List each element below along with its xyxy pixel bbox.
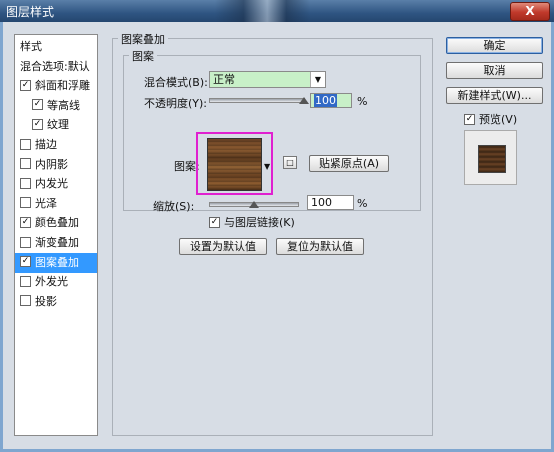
style-list-item-label: 内发光 bbox=[35, 177, 68, 191]
style-checkbox[interactable] bbox=[20, 295, 31, 307]
style-list-item-label: 投影 bbox=[35, 294, 57, 308]
blend-mode-label: 混合模式(B): bbox=[144, 76, 208, 89]
preview-checkbox[interactable]: ✓ 预览(V) bbox=[464, 111, 517, 127]
opacity-unit: % bbox=[357, 95, 368, 108]
link-with-layer-checkbox[interactable]: ✓ 与图层链接(K) bbox=[209, 214, 295, 230]
link-with-layer-label: 与图层链接(K) bbox=[224, 216, 295, 229]
style-list-item[interactable]: 内发光 bbox=[15, 174, 97, 194]
chevron-down-icon: ▼ bbox=[310, 72, 325, 87]
opacity-slider[interactable] bbox=[209, 97, 309, 104]
pattern-group-title: 图案 bbox=[129, 48, 157, 64]
scale-slider[interactable] bbox=[209, 201, 299, 208]
styles-list: 样式混合选项:默认 ✓ 斜面和浮雕 ✓ 等高线 ✓ 纹理描边内阴影内发光光泽 ✓ 颜色叠加渐变叠… bbox=[14, 34, 98, 436]
window-title: 图层样式 bbox=[6, 5, 55, 19]
style-list-item-label: 描边 bbox=[35, 138, 57, 151]
style-list-item[interactable]: 混合选项:默认 bbox=[15, 57, 97, 77]
opacity-label: 不透明度(Y): bbox=[144, 97, 208, 110]
style-checkbox[interactable]: ✓ bbox=[20, 256, 31, 268]
style-list-item[interactable]: 样式 bbox=[15, 37, 97, 57]
style-list-item[interactable]: ✓ 图案叠加 bbox=[15, 252, 97, 273]
pattern-swatch[interactable] bbox=[207, 138, 262, 191]
style-list-item-label: 光泽 bbox=[35, 196, 57, 210]
style-list-item-label: 样式 bbox=[20, 40, 42, 53]
style-checkbox[interactable] bbox=[20, 177, 31, 189]
style-list-item-label: 颜色叠加 bbox=[35, 216, 79, 230]
style-list-item-label: 纹理 bbox=[47, 118, 69, 132]
new-style-button[interactable]: 新建样式(W)... bbox=[446, 87, 543, 104]
scale-unit: % bbox=[357, 197, 368, 210]
reset-default-button[interactable]: 复位为默认值 bbox=[276, 238, 364, 255]
ok-button[interactable]: 确定 bbox=[446, 37, 543, 54]
pattern-picker-highlight: ▼ bbox=[196, 132, 273, 195]
style-list-item[interactable]: 投影 bbox=[15, 292, 97, 312]
scale-input[interactable]: 100 bbox=[307, 195, 354, 210]
style-list-item-label: 斜面和浮雕 bbox=[35, 79, 90, 93]
style-checkbox[interactable] bbox=[20, 236, 31, 248]
style-list-item-label: 渐变叠加 bbox=[35, 236, 79, 249]
title-bar-background-image bbox=[215, 0, 310, 22]
opacity-input[interactable]: 100 bbox=[310, 93, 352, 108]
style-list-item[interactable]: ✓ 等高线 bbox=[15, 96, 97, 116]
style-checkbox[interactable]: ✓ bbox=[20, 216, 31, 228]
style-list-item[interactable]: 渐变叠加 bbox=[15, 233, 97, 253]
opacity-value: 100 bbox=[314, 94, 337, 107]
style-list-item-label: 图案叠加 bbox=[35, 255, 79, 269]
blend-mode-select[interactable]: 正常 ▼ bbox=[209, 71, 326, 88]
style-checkbox[interactable] bbox=[20, 275, 31, 287]
close-button[interactable]: X bbox=[510, 2, 550, 21]
style-preview bbox=[464, 130, 517, 185]
style-list-item-label: 混合选项:默认 bbox=[20, 59, 90, 73]
style-checkbox[interactable] bbox=[20, 197, 31, 209]
style-list-item[interactable]: 外发光 bbox=[15, 272, 97, 292]
style-list-item-label: 外发光 bbox=[35, 275, 68, 289]
style-checkbox[interactable]: ✓ bbox=[20, 79, 31, 91]
preview-checkbox-box[interactable]: ✓ bbox=[464, 113, 475, 125]
style-list-item[interactable]: ✓ 斜面和浮雕 bbox=[15, 76, 97, 96]
style-preview-swatch bbox=[478, 145, 506, 173]
cancel-button[interactable]: 取消 bbox=[446, 62, 543, 79]
chevron-down-icon[interactable]: ▼ bbox=[264, 162, 270, 171]
style-checkbox[interactable]: ✓ bbox=[32, 118, 43, 130]
scale-slider-thumb[interactable] bbox=[249, 201, 259, 208]
style-list-item-label: 内阴影 bbox=[35, 157, 68, 171]
style-list-item[interactable]: 光泽 bbox=[15, 194, 97, 214]
style-list-item[interactable]: 描边 bbox=[15, 135, 97, 155]
style-list-item-label: 等高线 bbox=[47, 98, 80, 112]
scale-label: 缩放(S): bbox=[153, 200, 195, 213]
style-list-item[interactable]: 内阴影 bbox=[15, 155, 97, 175]
link-checkbox-box[interactable]: ✓ bbox=[209, 216, 220, 228]
style-checkbox[interactable] bbox=[20, 158, 31, 170]
preview-label: 预览(V) bbox=[479, 113, 518, 126]
style-checkbox[interactable]: ✓ bbox=[32, 99, 43, 111]
style-checkbox[interactable] bbox=[20, 138, 31, 150]
style-list-item[interactable]: ✓ 颜色叠加 bbox=[15, 213, 97, 233]
blend-mode-value: 正常 bbox=[213, 73, 235, 86]
style-list-item[interactable]: ✓ 纹理 bbox=[15, 115, 97, 135]
set-default-button[interactable]: 设置为默认值 bbox=[179, 238, 267, 255]
snap-to-origin-button[interactable]: 贴紧原点(A) bbox=[309, 155, 389, 172]
opacity-slider-thumb[interactable] bbox=[299, 97, 309, 104]
new-preset-icon[interactable]: □ bbox=[283, 156, 297, 169]
title-bar: 图层样式 X bbox=[0, 0, 554, 22]
panel-title: 图案叠加 bbox=[118, 31, 168, 47]
layer-style-dialog: 样式混合选项:默认 ✓ 斜面和浮雕 ✓ 等高线 ✓ 纹理描边内阴影内发光光泽 ✓ 颜色叠加渐变叠… bbox=[0, 22, 554, 452]
